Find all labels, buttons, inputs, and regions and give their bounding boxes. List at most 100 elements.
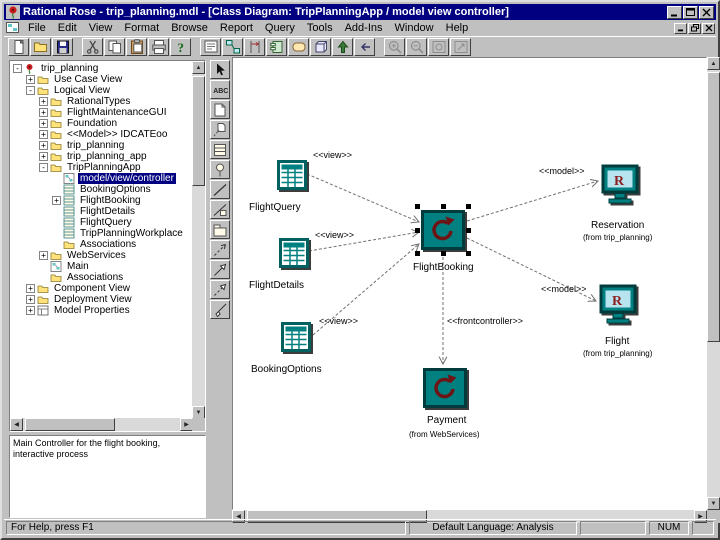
menu-browse[interactable]: Browse [165,21,214,35]
mdi-close-button[interactable] [702,22,715,34]
generalization-tool-button[interactable] [210,260,230,279]
tree-item-use-case-view[interactable]: + Use Case View [11,74,191,85]
undo-fit-in-window-button[interactable] [450,38,471,56]
close-button[interactable] [699,5,714,19]
new-document-button[interactable] [8,38,29,56]
menu-view[interactable]: View [83,21,119,35]
association-class-tool-button[interactable] [210,200,230,219]
diagram-window-icon[interactable] [6,22,20,34]
menu-help[interactable]: Help [440,21,475,35]
selection-handle[interactable] [441,204,446,209]
expand-icon[interactable]: + [39,108,48,117]
tree-item-logical-view[interactable]: - Logical View [11,85,191,96]
realize-tool-button[interactable] [210,280,230,299]
aggregation-tool-button[interactable] [210,300,230,319]
expand-icon[interactable]: + [39,130,48,139]
menu-query[interactable]: Query [259,21,301,35]
tree-item-webservices[interactable]: + WebServices [11,250,191,261]
tree-item-trip-planning[interactable]: + trip_planning [11,140,191,151]
scroll-up-button[interactable]: ▲ [707,57,720,70]
help-button[interactable]: ? [170,38,191,56]
scroll-left-button[interactable]: ◀ [10,418,23,431]
scroll-track[interactable] [192,74,205,406]
tree-horizontal-scrollbar[interactable]: ◀ ▶ [10,418,193,431]
collapse-icon[interactable]: - [39,163,48,172]
copy-button[interactable] [104,38,125,56]
selection-handle[interactable] [466,251,471,256]
maximize-button[interactable] [683,5,698,19]
expand-icon[interactable]: + [39,251,48,260]
tree-item-deployment-view[interactable]: + Deployment View [11,294,191,305]
tree-item-model-properties[interactable]: + Model Properties [11,305,191,316]
selection-handle[interactable] [466,228,471,233]
expand-icon[interactable]: + [26,306,35,315]
expand-icon[interactable]: + [39,141,48,150]
paste-button[interactable] [126,38,147,56]
expand-icon[interactable]: + [39,152,48,161]
mdi-minimize-button[interactable] [674,22,687,34]
expand-icon[interactable]: + [39,119,48,128]
cut-button[interactable] [82,38,103,56]
scroll-track[interactable] [23,418,180,431]
select-tool-button[interactable] [210,60,230,79]
expand-icon[interactable]: + [26,284,35,293]
browse-deployment-diagram-button[interactable] [310,38,331,56]
text-tool-button[interactable]: ABC [210,80,230,99]
menu-report[interactable]: Report [214,21,259,35]
canvas-vertical-scrollbar[interactable]: ▲ ▼ [707,57,720,510]
browse-class-diagram-button[interactable] [222,38,243,56]
selection-handle[interactable] [441,251,446,256]
collapse-icon[interactable]: - [26,86,35,95]
tree-item-flightmaintenancegui[interactable]: + FlightMaintenanceGUI [11,107,191,118]
diagram-canvas[interactable]: <<view>> FlightQuery <<view>> FlightDetails… [232,57,707,510]
tree-item-flightquery[interactable]: FlightQuery [11,217,191,228]
browse-interaction-diagram-button[interactable] [244,38,265,56]
zoom-out-button[interactable] [406,38,427,56]
expand-icon[interactable]: + [26,295,35,304]
tree-item-rationaltypes[interactable]: + RationalTypes [11,96,191,107]
diagram-node-flightquery[interactable] [277,160,307,190]
diagram-node-bookingoptions[interactable] [281,322,311,352]
diagram-node-flightbooking[interactable] [421,210,465,250]
expand-icon[interactable]: + [39,97,48,106]
scroll-thumb[interactable] [25,418,115,431]
zoom-in-button[interactable] [384,38,405,56]
scroll-down-button[interactable]: ▼ [707,497,720,510]
note-tool-button[interactable] [210,100,230,119]
tree-item-flightbooking[interactable]: + FlightBooking [11,195,191,206]
menu-add-ins[interactable]: Add-Ins [339,21,389,35]
tree-item-associations[interactable]: Associations [11,239,191,250]
fit-in-window-button[interactable] [428,38,449,56]
selection-handle[interactable] [415,228,420,233]
class-tool-button[interactable] [210,140,230,159]
tree-item-trip-planning[interactable]: - trip_planning [11,63,191,75]
collapse-icon[interactable]: - [13,64,22,73]
browse-component-diagram-button[interactable] [266,38,287,56]
selection-handle[interactable] [415,251,420,256]
association-tool-button[interactable] [210,180,230,199]
tree-item-foundation[interactable]: + Foundation [11,118,191,129]
tree-item-bookingoptions[interactable]: BookingOptions [11,184,191,195]
diagram-node-payment[interactable] [423,368,467,408]
view-documentation-button[interactable] [200,38,221,56]
tree-item-tripplanningworkplace[interactable]: TripPlanningWorkplace [11,228,191,239]
package-tool-button[interactable] [210,220,230,239]
selection-handle[interactable] [466,204,471,209]
selection-handle[interactable] [415,204,420,209]
menu-tools[interactable]: Tools [301,21,339,35]
diagram-node-reservation[interactable]: R [601,164,639,206]
tree-item-component-view[interactable]: + Component View [11,283,191,294]
save-button[interactable] [52,38,73,56]
open-folder-button[interactable] [30,38,51,56]
expand-icon[interactable]: + [26,75,35,84]
anchor-note-tool-button[interactable] [210,120,230,139]
scroll-track[interactable] [707,70,720,497]
interface-tool-button[interactable] [210,160,230,179]
tree-item-model-idcateoo[interactable]: + <<Model>> IDCATEoo [11,129,191,140]
menu-edit[interactable]: Edit [52,21,83,35]
menu-window[interactable]: Window [389,21,440,35]
tree-vertical-scrollbar[interactable]: ▲ ▼ [192,61,205,419]
scroll-thumb[interactable] [192,76,205,186]
browse-previous-diagram-button[interactable] [354,38,375,56]
browse-parent-button[interactable] [332,38,353,56]
